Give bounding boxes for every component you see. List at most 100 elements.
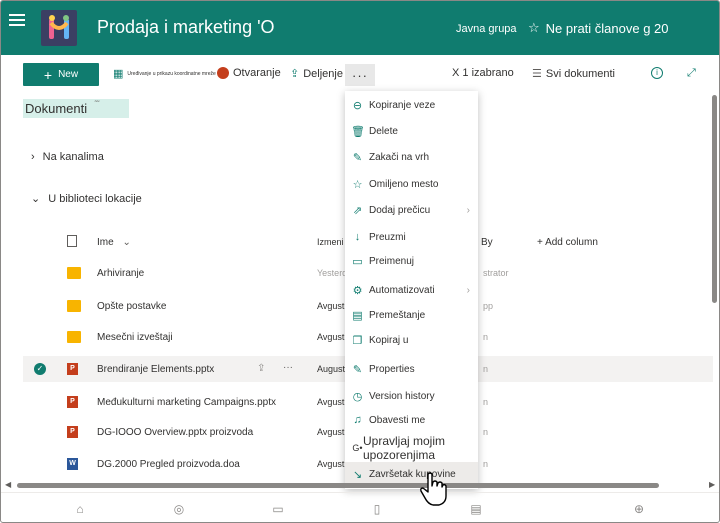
menu-item-pin[interactable]: ✎ Zakači na vrh bbox=[345, 145, 478, 169]
add-column-button[interactable]: + Add column bbox=[537, 237, 598, 248]
menu-item-automate[interactable]: ⚙ Automatizovati › bbox=[345, 278, 478, 302]
menu-item-move[interactable]: ▤ Premeštanje bbox=[345, 303, 478, 327]
row-modified: Avgust bbox=[317, 459, 345, 469]
menu-item-version-history[interactable]: ◷ Version history bbox=[345, 384, 478, 408]
star-icon: ☆ bbox=[528, 20, 540, 35]
menu-item-properties[interactable]: ✎ Properties bbox=[345, 357, 478, 381]
new-button[interactable]: + New bbox=[23, 63, 99, 86]
menu-item-label: Properties bbox=[369, 363, 415, 375]
word-icon: W bbox=[67, 458, 78, 470]
chevron-right-icon: › bbox=[31, 151, 35, 163]
hamburger-icon[interactable] bbox=[9, 14, 25, 26]
menu-item-label: Zakači na vrh bbox=[369, 151, 430, 163]
row-name[interactable]: Mesečni izveštaji bbox=[97, 332, 173, 343]
site-title[interactable]: Prodaja i marketing 'O bbox=[97, 17, 275, 38]
row-name[interactable]: Međukulturni marketing Campaigns.pptx bbox=[97, 397, 276, 408]
checkmark-icon[interactable]: ✓ bbox=[34, 363, 46, 375]
site-library-label: U biblioteci lokacije bbox=[48, 192, 142, 205]
follow-label: Ne prati članove g 20 bbox=[545, 20, 669, 36]
vertical-scroll-thumb[interactable] bbox=[712, 95, 717, 303]
column-modified[interactable]: Izmeni bbox=[317, 237, 344, 247]
open-label: Otvaranje bbox=[233, 67, 281, 79]
row-by: n bbox=[483, 459, 489, 469]
row-name[interactable]: DG-IOOO Overview.pptx proizvoda bbox=[97, 427, 253, 438]
site-library-section[interactable]: ⌄ U biblioteci lokacije bbox=[31, 192, 142, 206]
more-actions-button[interactable]: ··· bbox=[345, 64, 375, 86]
grid-edit-button[interactable]: ▦ Uređivanje u prikazu koordinatne mreže bbox=[113, 67, 216, 80]
row-modified: August bbox=[317, 364, 346, 374]
menu-item-label: Automatizovati bbox=[369, 284, 435, 296]
row-by: strator bbox=[483, 268, 509, 278]
row-modified: Avgust bbox=[317, 332, 345, 342]
menu-item-label: Dodaj prečicu bbox=[369, 204, 431, 216]
expand-icon[interactable]: ⤢ bbox=[687, 67, 696, 80]
globe-icon[interactable]: ◎ bbox=[172, 502, 186, 516]
open-icon bbox=[217, 67, 229, 79]
folder-icon bbox=[67, 300, 81, 312]
menu-item-alert-me[interactable]: ♫ Obavesti me bbox=[345, 408, 478, 432]
menu-item-add-shortcut[interactable]: ⇗ Dodaj prečicu › bbox=[345, 198, 478, 222]
add-icon[interactable]: ⊕ bbox=[632, 502, 646, 516]
powerpoint-icon: P bbox=[67, 396, 78, 408]
home-icon[interactable]: ⌂ bbox=[73, 502, 87, 516]
rename-icon: ▭ bbox=[352, 255, 363, 268]
library-title-badge: ˜˜ bbox=[94, 101, 100, 108]
chevron-right-icon: › bbox=[466, 204, 470, 216]
row-name[interactable]: Opšte postavke bbox=[97, 301, 166, 312]
menu-item-delete[interactable]: 🗑 Delete bbox=[345, 119, 478, 143]
row-by: n bbox=[483, 364, 489, 374]
powerpoint-icon: P bbox=[67, 426, 78, 438]
column-name[interactable]: Ime ⌄ bbox=[97, 237, 131, 248]
menu-item-label: Omiljeno mesto bbox=[369, 178, 439, 190]
star-icon: ☆ bbox=[352, 178, 363, 191]
info-icon[interactable]: i bbox=[651, 67, 663, 79]
column-by[interactable]: By bbox=[481, 237, 493, 248]
new-button-label: New bbox=[58, 69, 79, 80]
menu-item-download[interactable]: ↓ Preuzmi bbox=[345, 225, 478, 249]
news-icon[interactable]: ▭ bbox=[271, 502, 285, 516]
group-type-label: Javna grupa bbox=[456, 23, 517, 35]
row-more-icon[interactable]: ··· bbox=[283, 362, 293, 373]
chevron-down-icon: ⌄ bbox=[122, 237, 131, 248]
horizontal-scroll-thumb[interactable] bbox=[17, 483, 659, 488]
share-label: Deljenje bbox=[303, 67, 343, 80]
open-button[interactable]: Otvaranje bbox=[217, 67, 281, 79]
row-name[interactable]: Arhiviranje bbox=[97, 268, 144, 279]
powerpoint-icon: P bbox=[67, 363, 78, 375]
file-type-icon[interactable] bbox=[67, 235, 77, 247]
scroll-left-icon[interactable]: ◀ bbox=[5, 480, 11, 489]
menu-item-label: Preimenuj bbox=[369, 255, 415, 267]
site-header: Prodaja i marketing 'O Javna grupa ☆ Ne … bbox=[1, 1, 719, 55]
history-icon: ◷ bbox=[352, 390, 363, 403]
scroll-right-icon[interactable]: ▶ bbox=[709, 480, 715, 489]
share-icon[interactable]: ⇪ bbox=[257, 363, 265, 374]
follow-button[interactable]: ☆ Ne prati članove g 20 bbox=[528, 20, 669, 36]
library-title[interactable]: Dokumenti ˜˜ bbox=[23, 99, 129, 118]
list-icon[interactable]: ▤ bbox=[469, 502, 483, 516]
pin-icon: ✎ bbox=[352, 151, 363, 164]
menu-item-copy-to[interactable]: ❐ Kopiraj u bbox=[345, 328, 478, 352]
menu-item-label: Upravljaj mojim upozorenjima bbox=[363, 434, 446, 462]
share-button[interactable]: ⇪ Deljenje bbox=[290, 67, 343, 81]
menu-item-manage-alerts[interactable]: G• Upravljaj mojim upozorenjima bbox=[345, 434, 478, 462]
row-name[interactable]: Brendiranje Elements.pptx bbox=[97, 364, 214, 375]
bell-icon: ♫ bbox=[353, 414, 362, 426]
checkout-icon: ↘ bbox=[352, 468, 363, 481]
trash-icon: 🗑 bbox=[351, 125, 365, 138]
row-name[interactable]: DG.2000 Pregled proizvoda.doa bbox=[97, 459, 240, 470]
menu-item-copy-link[interactable]: ⊖ Kopiranje veze bbox=[345, 93, 478, 117]
bottom-navigation: ⌂ ◎ ▯ ▭ ▤ ⊕ bbox=[1, 492, 719, 522]
channels-section[interactable]: › Na kanalima bbox=[31, 151, 104, 163]
horizontal-scrollbar[interactable]: ◀ ▶ bbox=[1, 480, 719, 490]
menu-item-label: Kopiranje veze bbox=[369, 99, 436, 111]
row-by: pp bbox=[483, 301, 494, 311]
menu-item-label: Version history bbox=[369, 390, 435, 402]
vertical-scrollbar[interactable] bbox=[712, 95, 718, 475]
folder-icon bbox=[67, 331, 81, 343]
menu-item-rename[interactable]: ▭ Preimenuj bbox=[345, 249, 478, 273]
view-selector[interactable]: ☰ Svi dokumenti bbox=[532, 67, 615, 81]
site-logo[interactable] bbox=[41, 10, 77, 46]
selection-count[interactable]: X 1 izabrano bbox=[452, 67, 514, 79]
document-icon[interactable]: ▯ bbox=[370, 502, 384, 516]
menu-item-favorite[interactable]: ☆ Omiljeno mesto bbox=[345, 172, 478, 196]
